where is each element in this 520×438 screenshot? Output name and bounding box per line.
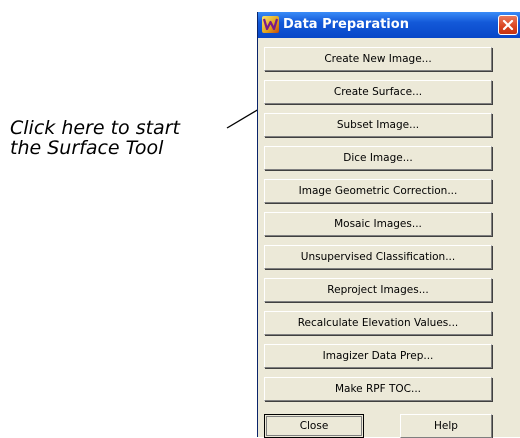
mosaic-images-button[interactable]: Mosaic Images...: [264, 212, 492, 236]
subset-image-button[interactable]: Subset Image...: [264, 113, 492, 137]
close-button[interactable]: Close: [264, 414, 364, 438]
make-rpf-toc-button[interactable]: Make RPF TOC...: [264, 377, 492, 401]
close-icon[interactable]: [498, 15, 518, 35]
imagine-app-icon: [262, 16, 279, 33]
callout-line-1: Click here to start: [10, 117, 180, 139]
imagizer-data-prep-button[interactable]: Imagizer Data Prep...: [264, 344, 492, 368]
reproject-images-button[interactable]: Reproject Images...: [264, 278, 492, 302]
callout-annotation: Click here to start the Surface Tool: [10, 118, 240, 158]
dice-image-button[interactable]: Dice Image...: [264, 146, 492, 170]
create-surface-button[interactable]: Create Surface...: [264, 80, 492, 104]
window-title: Data Preparation: [283, 17, 409, 32]
image-geometric-correction-button[interactable]: Image Geometric Correction...: [264, 179, 492, 203]
recalculate-elevation-values-button[interactable]: Recalculate Elevation Values...: [264, 311, 492, 335]
help-button[interactable]: Help: [400, 414, 492, 438]
unsupervised-classification-button[interactable]: Unsupervised Classification...: [264, 245, 492, 269]
title-bar[interactable]: Data Preparation: [258, 12, 520, 38]
dialog-footer: Close Help: [264, 414, 492, 438]
create-new-image-button[interactable]: Create New Image...: [264, 47, 492, 71]
callout-line-2: the Surface Tool: [10, 137, 164, 159]
data-preparation-dialog: Data Preparation Create New Image... Cre…: [257, 12, 520, 438]
